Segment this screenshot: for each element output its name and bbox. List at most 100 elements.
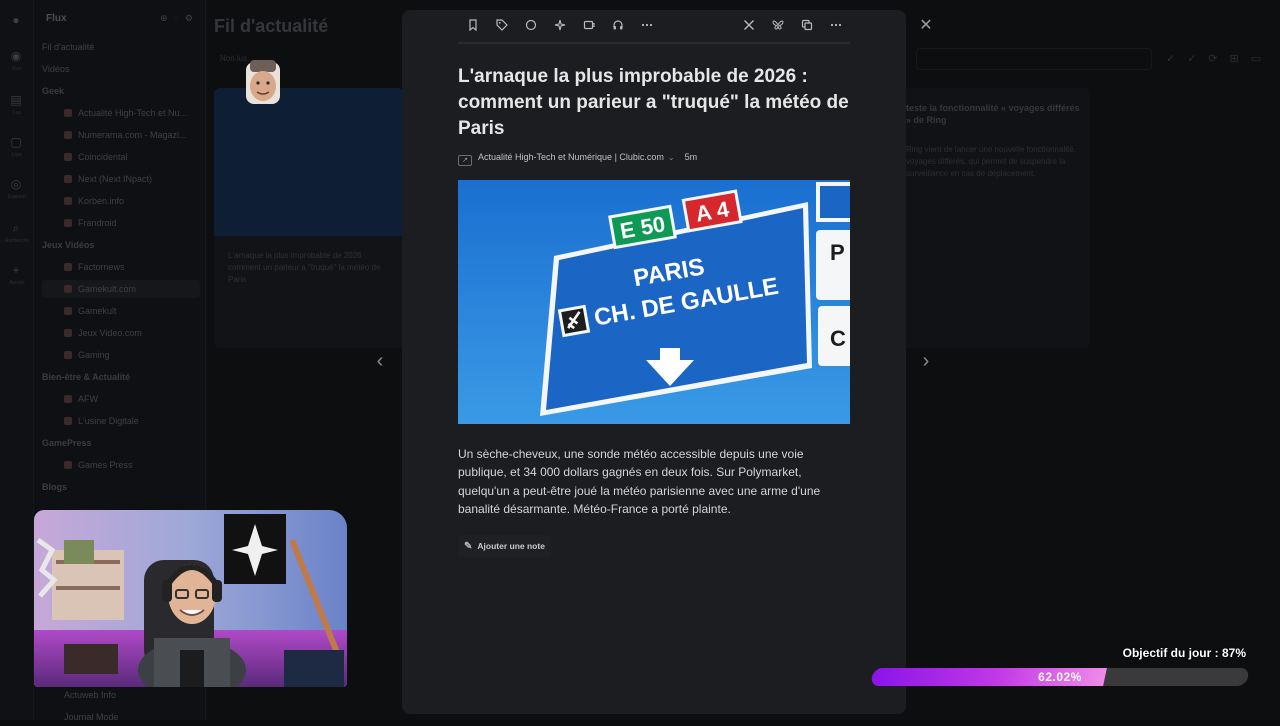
sidebar-item-label: Numerama.com - Magazi...: [78, 130, 187, 140]
sidebar-section[interactable]: Geek: [42, 82, 200, 100]
feed-favicon-icon: [64, 285, 72, 293]
sidebar-item-label: Geek: [42, 86, 65, 96]
close-button[interactable]: ✕: [917, 17, 935, 35]
sidebar-item-label: L'usine Digitale: [78, 416, 139, 426]
feed-favicon-icon: [64, 329, 72, 337]
feed-favicon-icon: [64, 219, 72, 227]
sidebar-item-label: GamePress: [42, 438, 92, 448]
trending-icon: ↗: [458, 155, 472, 166]
search-input[interactable]: [916, 48, 1152, 70]
feed-favicon-icon: [64, 263, 72, 271]
rail-label: Ajouter: [9, 280, 25, 286]
pencil-icon: ✎: [464, 541, 473, 552]
sidebar-item[interactable]: Games Press: [42, 456, 200, 474]
x-icon[interactable]: [740, 18, 758, 36]
article-body: Un sèche-cheveux, une sonde météo access…: [458, 447, 821, 516]
sparkle-icon[interactable]: [551, 18, 569, 36]
feed-favicon-icon: [64, 131, 72, 139]
sidebar-item[interactable]: Gamekult: [42, 302, 200, 320]
sidebar-item-label: Next (Next INpact): [78, 174, 153, 184]
sidebar-item-label: Blogs: [42, 482, 68, 492]
sidebar-item[interactable]: Journal Mode: [42, 708, 200, 726]
tag-icon[interactable]: [493, 18, 511, 36]
feed-favicon-icon: [64, 461, 72, 469]
svg-text:P: P: [830, 240, 845, 265]
sidebar-item-label: Actuweb Info: [64, 690, 117, 700]
share-icon[interactable]: [580, 18, 598, 36]
feed-favicon-icon: [64, 197, 72, 205]
sidebar-item[interactable]: Next (Next INpact): [42, 170, 200, 188]
sidebar-item-label: Frandroid: [78, 218, 117, 228]
sidebar-item[interactable]: Numerama.com - Magazi...: [42, 126, 200, 144]
article-modal: L'arnaque la plus improbable de 2026 : c…: [402, 10, 906, 714]
avatar: [246, 60, 280, 104]
sidebar-section[interactable]: Bien-être & Actualité: [42, 368, 200, 386]
sidebar-item-label: Jeux Video.com: [78, 328, 142, 338]
sidebar-section[interactable]: Jeux Vidéos: [42, 236, 200, 254]
feed-card[interactable]: L'arnaque la plus improbable de 2026 : c…: [214, 88, 404, 348]
article-source[interactable]: ↗ Actualité High-Tech et Numérique | Club…: [458, 150, 698, 166]
read-icon[interactable]: ▤: [8, 92, 24, 108]
sidebar-item[interactable]: AFW: [42, 390, 200, 408]
more-icon[interactable]: [827, 18, 845, 36]
next-article-button[interactable]: ›: [916, 350, 936, 372]
search-icon[interactable]: ⌕: [8, 220, 24, 236]
feed-favicon-icon: [64, 175, 72, 183]
bookmark-icon[interactable]: [464, 18, 482, 36]
sidebar-item[interactable]: Korben.info: [42, 192, 200, 210]
sidebar-item[interactable]: Gaming: [42, 346, 200, 364]
article-time: 5m: [684, 152, 698, 162]
sidebar-item[interactable]: Coincidental: [42, 148, 200, 166]
add-note-button[interactable]: ✎ Ajouter une note: [458, 535, 551, 557]
sidebar-item-label: Fil d'actualité: [42, 42, 95, 52]
feed-card[interactable]: teste la fonctionnalité « voyages différ…: [900, 88, 1090, 348]
sidebar-section[interactable]: GamePress: [42, 434, 200, 452]
webcam-overlay: [34, 510, 347, 687]
bluesky-icon[interactable]: [769, 18, 787, 36]
sidebar-header-icons[interactable]: ⊕◌⚙: [160, 13, 199, 24]
article-source-name: Actualité High-Tech et Numérique | Clubi…: [478, 152, 664, 162]
sidebar-item[interactable]: Fil d'actualité: [42, 38, 200, 56]
sidebar-title: Flux: [46, 13, 67, 24]
rail-label: Lus: [12, 110, 22, 116]
feed-card-thumbnail: [214, 88, 404, 236]
main-toolbar-icons[interactable]: ✓✓⟳⊞▭: [1166, 52, 1273, 65]
feed-favicon-icon: [64, 395, 72, 403]
sidebar-item[interactable]: Vidéos: [42, 60, 200, 78]
sidebar-item-label: Bien-être & Actualité: [42, 372, 131, 382]
list-icon[interactable]: ▢: [8, 134, 24, 150]
feed-card-title: L'arnaque la plus improbable de 2026 : c…: [228, 251, 381, 284]
app-window: ● ◉ Flux ▤ Lus ▢ Liste ◎ Explorer ⌕ Rech…: [0, 0, 1280, 722]
rail-label: Recherche: [4, 238, 30, 244]
article-toolbar: [458, 10, 850, 44]
feed-favicon-icon: [64, 351, 72, 359]
feed-favicon-icon: [64, 417, 72, 425]
add-icon[interactable]: +: [8, 262, 24, 278]
more-icon[interactable]: [638, 18, 656, 36]
article-title: L'arnaque la plus improbable de 2026 : c…: [458, 66, 849, 139]
feed-favicon-icon: [64, 153, 72, 161]
sidebar-item[interactable]: Gamekult.com: [42, 280, 200, 298]
explore-icon[interactable]: ◎: [8, 176, 24, 192]
sidebar-item[interactable]: L'usine Digitale: [42, 412, 200, 430]
sidebar-item-label: Coincidental: [78, 152, 128, 162]
chevron-down-icon[interactable]: ⌄: [668, 153, 675, 162]
copy-icon[interactable]: [798, 18, 816, 36]
feed-favicon-icon: [64, 109, 72, 117]
previous-article-button[interactable]: ‹: [370, 350, 390, 372]
sidebar-item[interactable]: Jeux Video.com: [42, 324, 200, 342]
sidebar-item-label: Factornews: [78, 262, 125, 272]
headphones-icon[interactable]: [609, 18, 627, 36]
sidebar-item-label: AFW: [78, 394, 98, 404]
rail-label: Explorer: [7, 194, 27, 200]
feed-icon[interactable]: ◉: [8, 48, 24, 64]
sidebar-item[interactable]: Factornews: [42, 258, 200, 276]
sidebar-item[interactable]: Actualité High-Tech et Nu...: [42, 104, 200, 122]
sidebar-item[interactable]: Frandroid: [42, 214, 200, 232]
sidebar-section[interactable]: Blogs: [42, 478, 200, 496]
sidebar-item-label: Actualité High-Tech et Nu...: [78, 108, 188, 118]
circle-icon[interactable]: [522, 18, 540, 36]
sidebar-item-label: Vidéos: [42, 64, 70, 74]
sidebar-item-label: Jeux Vidéos: [42, 240, 95, 250]
sidebar-item[interactable]: Actuweb Info: [42, 686, 200, 704]
